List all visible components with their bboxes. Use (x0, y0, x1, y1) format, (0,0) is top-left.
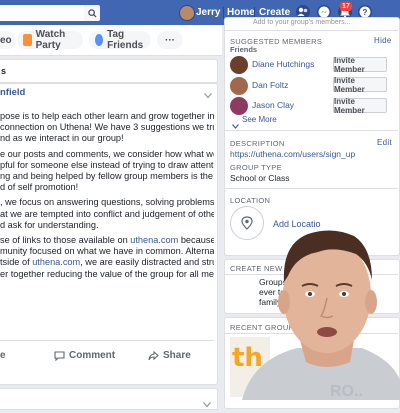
group-type-title: GROUP TYPE (230, 163, 282, 172)
post-text-line: at we are tempted into conflict and judg… (0, 208, 214, 219)
invite-member-button[interactable]: Invite Member (333, 96, 387, 115)
chevron-down-icon[interactable] (203, 395, 211, 413)
share-icon (148, 350, 159, 360)
divider (224, 130, 398, 131)
webcam-overlay: RO.. (222, 220, 400, 400)
profile-name-link[interactable]: Jerry (196, 7, 220, 18)
post-text-line: , we focus on answering questions, solvi… (0, 197, 214, 208)
uthena-link[interactable]: uthena.com (32, 257, 80, 267)
avatar[interactable] (230, 97, 248, 115)
divider (224, 30, 398, 31)
invite-member-label: Invite Member (334, 55, 365, 74)
search-input[interactable] (0, 5, 96, 21)
post-text-line: pose is to help each other learn and gro… (0, 111, 214, 121)
edit-description-link[interactable]: Edit (377, 138, 392, 147)
see-more-link[interactable]: See More (242, 115, 277, 124)
svg-text:?: ? (363, 8, 368, 17)
watch-party-button[interactable]: Watch Party (17, 29, 83, 51)
more-label: ··· (165, 34, 175, 46)
location-title: LOCATION (230, 196, 271, 205)
post-text-line: ng and being helped by fellow group memb… (0, 171, 214, 181)
tag-friends-label: Tag Friends (107, 29, 144, 51)
avatar[interactable] (230, 56, 248, 74)
tag-friends-button[interactable]: Tag Friends (89, 29, 151, 51)
post-text-line: pful for someone else instead of trying … (0, 159, 214, 170)
tag-friends-icon (95, 34, 104, 46)
search-icon (87, 8, 97, 18)
like-label: e (0, 350, 6, 361)
invite-member-label: Invite Member (334, 96, 365, 115)
more-options-button[interactable]: ··· (157, 31, 183, 49)
profile-avatar[interactable] (179, 5, 195, 21)
invite-member-button[interactable]: Invite Member (333, 55, 387, 74)
post-body: pose is to help each other learn and gro… (0, 111, 214, 281)
video-button-label: eo (0, 34, 12, 46)
comment-label: Comment (69, 350, 116, 361)
svg-text:RO..: RO.. (330, 383, 363, 400)
invite-member-label: Invite Member (334, 75, 365, 94)
feed-section-header: s (0, 59, 218, 83)
post-options-chevron-icon[interactable] (204, 86, 212, 104)
description-title: DESCRIPTION (230, 139, 285, 148)
post-text-line: munity focused on what we have in common… (0, 246, 214, 257)
post-text-line: tside of uthena.com, we are easily distr… (0, 257, 214, 268)
post-text-line: se of links to those available on uthena… (0, 235, 214, 245)
watch-party-label: Watch Party (35, 29, 66, 51)
section-label: s (1, 66, 7, 76)
chevron-down-icon (232, 116, 239, 134)
avatar[interactable] (230, 77, 248, 95)
invite-member-button[interactable]: Invite Member (333, 75, 387, 94)
description-link[interactable]: https://uthena.com/users/sign_up (230, 149, 355, 159)
post-text-line: connection on Uthena! We have 3 suggesti… (0, 122, 214, 133)
notification-count-badge: 17 (340, 2, 352, 11)
member-name-link[interactable]: Diane Hutchings (252, 59, 314, 69)
post-text-line: e our posts and comments, we consider ho… (0, 148, 214, 159)
member-name-link[interactable]: Dan Foltz (252, 80, 288, 90)
uthena-link[interactable]: uthena.com (130, 235, 178, 245)
post-text-line: nd as we interact in our group! (0, 133, 124, 144)
comment-icon (54, 350, 65, 361)
comment-button[interactable]: Comment (54, 350, 115, 361)
member-name-link[interactable]: Jason Clay (252, 100, 294, 110)
group-type-value: School or Class (230, 173, 290, 183)
share-button[interactable]: Share (148, 350, 191, 361)
share-label: Share (163, 350, 191, 361)
like-button[interactable]: e (0, 350, 6, 361)
post-text-line: d of self promotion! (0, 182, 79, 193)
friends-label: Friends (230, 45, 258, 54)
watch-party-icon (23, 34, 32, 46)
next-post-card (0, 388, 218, 410)
post-text-line: er together reducing the value of the gr… (0, 268, 214, 279)
divider (0, 340, 214, 341)
search-button[interactable] (84, 5, 100, 21)
hide-link[interactable]: Hide (374, 36, 392, 45)
post-author-link[interactable]: nfield (0, 87, 25, 98)
post-text-line: d ask for understanding. (0, 219, 99, 230)
sidebar-top-text: Add to your group's members... (253, 19, 351, 26)
divider (224, 188, 398, 189)
